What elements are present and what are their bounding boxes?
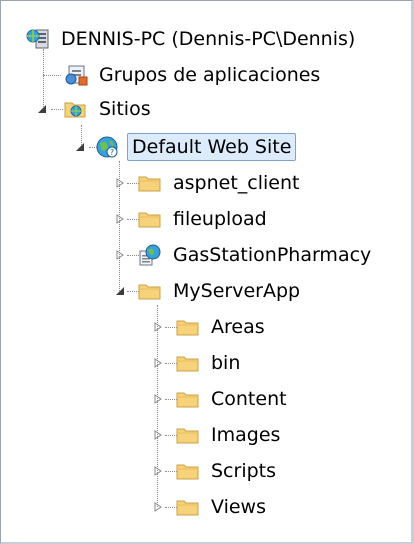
tree-node-label: fileupload (173, 208, 267, 230)
expand-arrow-icon[interactable] (151, 464, 165, 478)
tree-node-sites[interactable]: Sitios (35, 94, 155, 124)
tree-node-label: MyServerApp (173, 280, 301, 302)
tree-node-content[interactable]: Content (151, 384, 291, 414)
tree-node-label: Images (211, 424, 281, 446)
tree-node-label: Areas (211, 316, 265, 338)
folder-icon (175, 351, 201, 375)
tree-node-label: Default Web Site (127, 133, 297, 161)
tree-node-fileupload[interactable]: fileupload (113, 204, 271, 234)
tree-node-gasstationpharmacy[interactable]: GasStationPharmacy (113, 240, 375, 270)
app-pool-icon (63, 63, 89, 87)
tree-node-views[interactable]: Views (151, 492, 270, 522)
server-icon (25, 27, 51, 51)
tree-node-label: Sitios (99, 98, 151, 120)
web-app-icon (137, 243, 163, 267)
tree-node-default-web-site[interactable]: ? Default Web Site (73, 132, 297, 162)
folder-icon (175, 315, 201, 339)
tree-node-myserverapp[interactable]: MyServerApp (113, 276, 304, 306)
folder-icon (175, 495, 201, 519)
tree-node-label: GasStationPharmacy (173, 244, 372, 266)
tree-node-images[interactable]: Images (151, 420, 284, 450)
expand-arrow-icon[interactable] (151, 428, 165, 442)
globe-icon: ? (95, 135, 121, 159)
tree-node-label: Views (211, 496, 266, 518)
tree-node-scripts[interactable]: Scripts (151, 456, 280, 486)
expand-arrow-icon[interactable] (151, 500, 165, 514)
tree-node-label: DENNIS-PC (Dennis-PC\Dennis) (61, 28, 356, 50)
collapse-arrow-icon[interactable] (113, 284, 127, 298)
tree-node-areas[interactable]: Areas (151, 312, 269, 342)
iis-connections-tree: DENNIS-PC (Dennis-PC\Dennis) Grupos de a… (0, 0, 414, 544)
tree-node-root[interactable]: DENNIS-PC (Dennis-PC\Dennis) (25, 24, 359, 54)
tree-node-label: aspnet_client (173, 172, 300, 194)
expand-arrow-icon[interactable] (151, 320, 165, 334)
tree-node-label: Content (211, 388, 287, 410)
tree-node-bin[interactable]: bin (151, 348, 244, 378)
collapse-arrow-icon[interactable] (73, 140, 87, 154)
folder-icon (175, 387, 201, 411)
expand-arrow-icon[interactable] (151, 356, 165, 370)
folder-icon (175, 459, 201, 483)
tree-node-aspnet-client[interactable]: aspnet_client (113, 168, 303, 198)
expand-arrow-icon[interactable] (113, 248, 127, 262)
tree-node-app-pools[interactable]: Grupos de aplicaciones (63, 60, 324, 90)
tree-node-label: bin (211, 352, 241, 374)
svg-text:?: ? (110, 148, 114, 157)
sites-folder-icon (63, 97, 89, 121)
tree-connector (43, 75, 61, 76)
expand-arrow-icon[interactable] (113, 212, 127, 226)
folder-icon (137, 171, 163, 195)
collapse-arrow-icon[interactable] (35, 102, 49, 116)
expand-arrow-icon[interactable] (113, 176, 127, 190)
expand-arrow-icon[interactable] (151, 392, 165, 406)
tree-node-label: Scripts (211, 460, 277, 482)
tree-node-label: Grupos de aplicaciones (99, 64, 321, 86)
folder-icon (137, 279, 163, 303)
folder-icon (137, 207, 163, 231)
folder-icon (175, 423, 201, 447)
